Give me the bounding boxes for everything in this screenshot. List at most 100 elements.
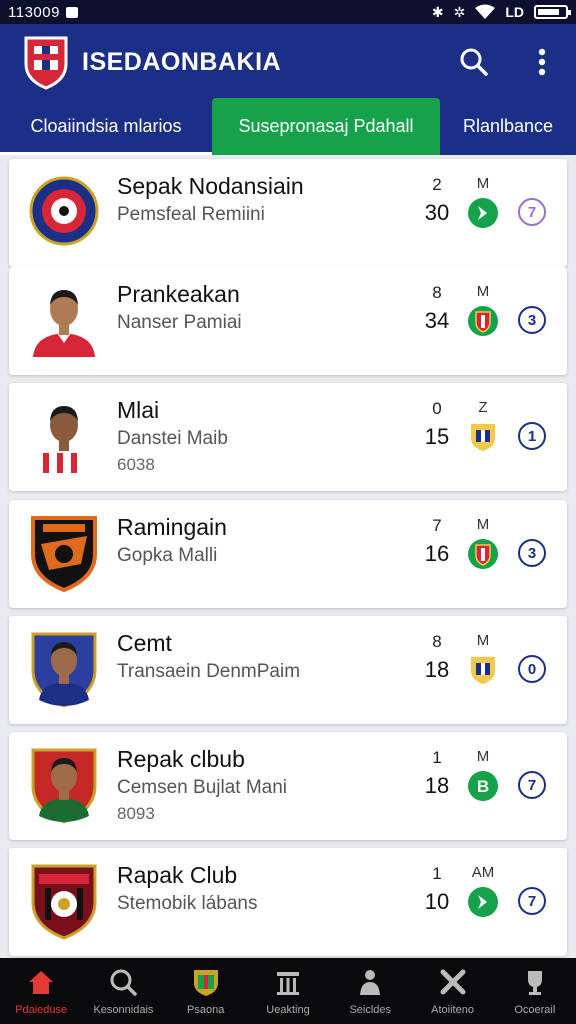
status-time: 113009 xyxy=(8,3,60,21)
wifi-icon xyxy=(475,4,496,19)
player-card[interactable]: Cemt Transaein DenmPaim 8 18 M 0 xyxy=(9,616,567,724)
nav-label: Pdaieduse xyxy=(15,1003,68,1016)
points-value: 18 xyxy=(424,773,450,798)
player-avatar xyxy=(29,281,99,359)
nav-label: Kesonnidais xyxy=(93,1003,154,1016)
player-avatar xyxy=(29,173,99,251)
rank-badge[interactable]: 0 xyxy=(518,655,546,683)
player-card[interactable]: Ramingain Gopka Malli 7 16 M 3 xyxy=(9,500,567,608)
player-name: Ramingain xyxy=(117,514,227,540)
person-icon xyxy=(355,967,385,1000)
search-icon xyxy=(460,48,488,76)
player-name: Sepak Nodansiain xyxy=(117,173,304,199)
rank-badge[interactable]: 7 xyxy=(518,198,546,226)
home-icon xyxy=(26,967,56,1000)
status-badge xyxy=(468,422,498,452)
notification-icon xyxy=(65,6,78,18)
nav-label: Seicldes xyxy=(349,1003,392,1016)
nav-label: Ocoerail xyxy=(514,1003,556,1016)
battery-icon xyxy=(534,5,571,19)
matches-count: 8 xyxy=(432,283,442,302)
matches-count: 8 xyxy=(432,632,442,651)
search-icon xyxy=(108,967,138,1000)
club-icon xyxy=(191,967,221,1000)
player-avatar xyxy=(29,862,99,940)
nav-item-search[interactable]: Kesonnidais xyxy=(82,958,164,1024)
matches-count: 2 xyxy=(432,175,442,194)
matches-count: 7 xyxy=(432,516,442,535)
position-label: AM xyxy=(471,864,495,881)
bottom-nav: Pdaieduse Kesonnidais Psaona Ueakting Seicld… xyxy=(0,958,576,1024)
nfc-icon: ✲ xyxy=(453,3,466,20)
position-label: Z xyxy=(478,399,488,416)
rank-badge[interactable]: 7 xyxy=(518,887,546,915)
position-label: M xyxy=(476,748,490,765)
more-vert-icon xyxy=(538,48,546,76)
stadium-icon xyxy=(273,967,303,1000)
points-value: 34 xyxy=(424,308,450,333)
nav-label: Atoiiteno xyxy=(431,1003,474,1016)
close-icon xyxy=(438,967,468,1000)
nav-label: Ueakting xyxy=(266,1003,310,1016)
status-badge xyxy=(468,306,498,336)
player-subtitle: Transaein DenmPaim xyxy=(117,661,301,682)
nav-item-stadium[interactable]: Ueakting xyxy=(247,958,329,1024)
tab-bar: Cloaiindsia mlarios Susepronasaj Pdahall… xyxy=(0,98,576,155)
matches-count: 1 xyxy=(432,864,442,883)
tab-football[interactable]: Susepronasaj Pdahall xyxy=(212,98,440,155)
search-button[interactable] xyxy=(458,46,490,78)
matches-count: 1 xyxy=(432,748,442,767)
player-avatar xyxy=(29,397,99,475)
points-value: 18 xyxy=(424,657,450,682)
bluetooth-icon: ✱ xyxy=(431,3,444,20)
player-name: Cemt xyxy=(117,630,172,656)
position-label: M xyxy=(476,283,490,300)
status-badge xyxy=(468,655,498,685)
points-value: 15 xyxy=(424,424,450,449)
nav-item-club[interactable]: Psaona xyxy=(165,958,247,1024)
rank-badge[interactable]: 7 xyxy=(518,771,546,799)
nav-item-home[interactable]: Pdaieduse xyxy=(0,958,82,1024)
player-year: 6038 xyxy=(117,455,155,474)
rank-badge[interactable]: 3 xyxy=(518,539,546,567)
player-subtitle: Danstei Maib xyxy=(117,428,228,449)
player-name: Repak clbub xyxy=(117,746,245,772)
points-value: 30 xyxy=(424,200,450,225)
status-badge xyxy=(468,887,498,917)
player-name: Rapak Club xyxy=(117,862,238,888)
signal-icon: LD xyxy=(505,4,524,20)
more-options-button[interactable] xyxy=(526,46,558,78)
tab-ranking[interactable]: Rlanlbance xyxy=(440,98,576,155)
player-card[interactable]: Repak clbub Cemsen Bujlat Mani 8093 1 18 M B 7 xyxy=(9,732,567,840)
player-subtitle: Stemobik lábans xyxy=(117,893,258,914)
matches-count: 0 xyxy=(432,399,442,418)
nav-item-trophy[interactable]: Ocoerail xyxy=(494,958,576,1024)
trophy-icon xyxy=(520,967,550,1000)
player-card[interactable]: Mlai Danstei Maib 6038 0 15 Z 1 xyxy=(9,383,567,491)
player-subtitle: Cemsen Bujlat Mani xyxy=(117,777,288,798)
position-label: M xyxy=(476,516,490,533)
nav-item-person[interactable]: Seicldes xyxy=(329,958,411,1024)
player-subtitle: Nanser Pamiai xyxy=(117,312,242,333)
player-card[interactable]: Rapak Club Stemobik lábans 1 10 AM 7 xyxy=(9,848,567,956)
nav-label: Psaona xyxy=(187,1003,225,1016)
player-card[interactable]: Sepak Nodansiain Pemsfeal Remiini 2 30 M 7 xyxy=(9,159,567,267)
rank-badge[interactable]: 1 xyxy=(518,422,546,450)
rank-badge[interactable]: 3 xyxy=(518,306,546,334)
player-name: Mlai xyxy=(117,397,160,423)
player-subtitle: Gopka Malli xyxy=(117,545,218,566)
player-year: 8093 xyxy=(117,804,155,823)
player-avatar xyxy=(29,514,99,593)
player-card[interactable]: Prankeakan Nanser Pamiai 8 34 M 3 xyxy=(9,267,567,375)
player-list: Sepak Nodansiain Pemsfeal Remiini 2 30 M 7 Pra… xyxy=(0,155,576,958)
position-label: M xyxy=(476,632,490,649)
svg-text:B: B xyxy=(477,777,489,796)
player-name: Prankeakan xyxy=(117,281,240,307)
player-avatar xyxy=(29,630,99,708)
status-bar: 113009 ✱ ✲ LD xyxy=(0,0,576,24)
player-subtitle: Pemsfeal Remiini xyxy=(117,204,265,225)
tab-classification[interactable]: Cloaiindsia mlarios xyxy=(0,98,212,155)
player-avatar xyxy=(29,746,99,824)
nav-item-close[interactable]: Atoiiteno xyxy=(411,958,493,1024)
app-bar: ISEDAONBAKIA xyxy=(0,24,576,100)
